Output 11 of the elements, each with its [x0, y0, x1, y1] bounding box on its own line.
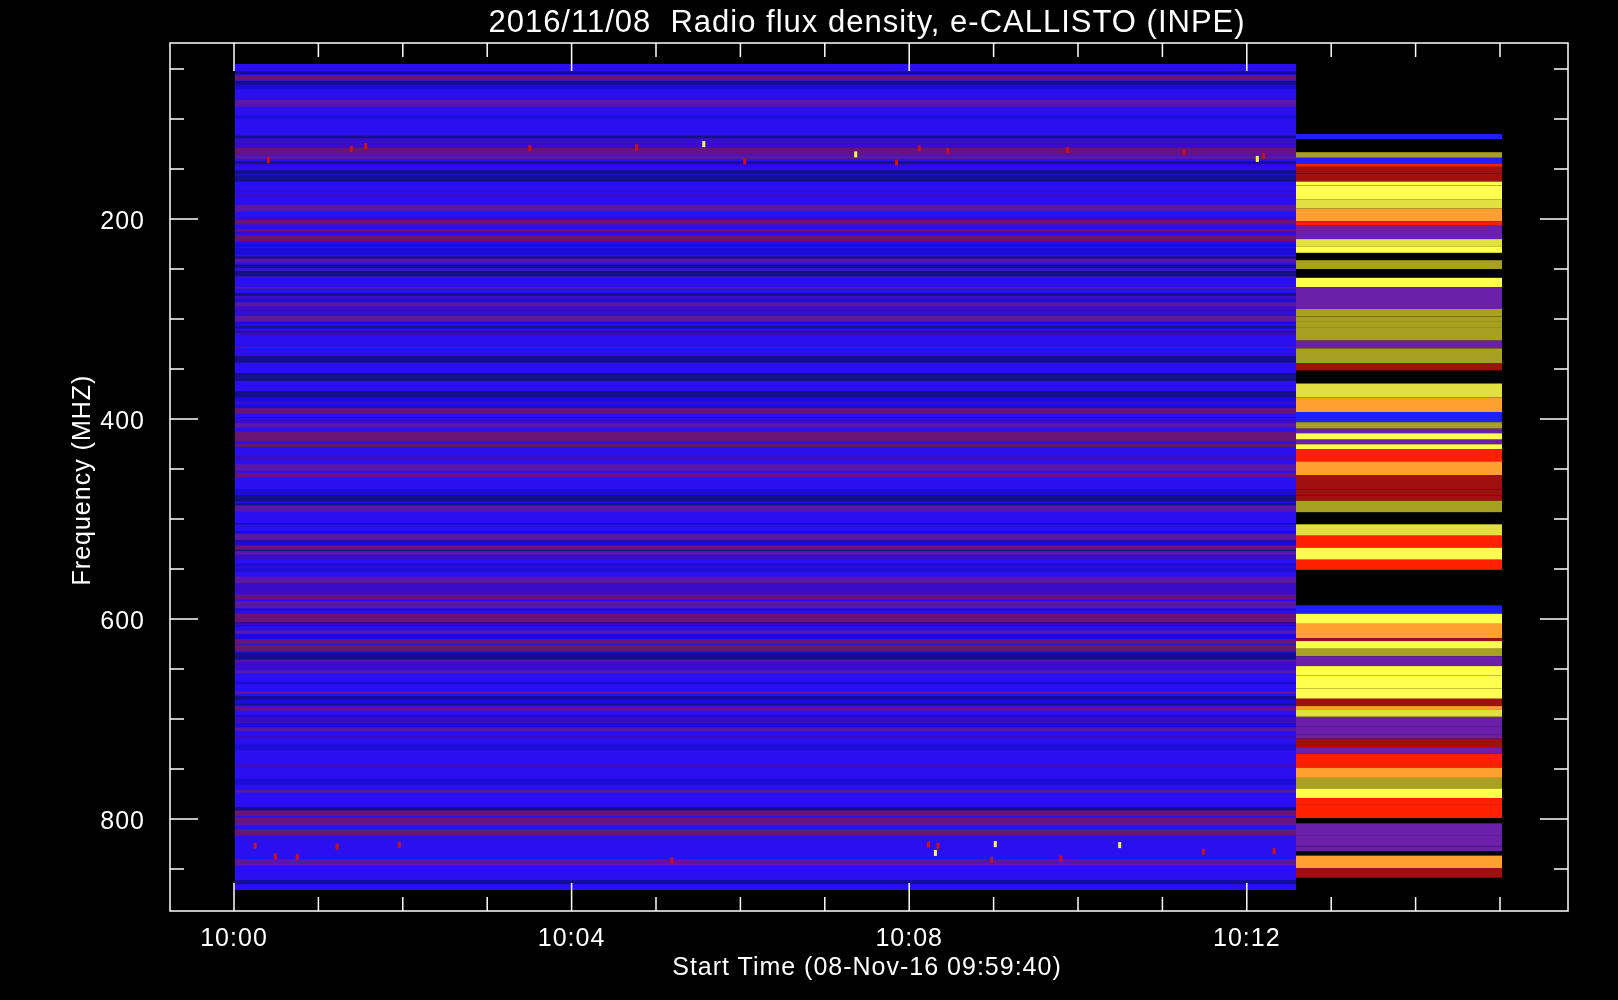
- chart-title: 2016/11/08 Radio flux density, e-CALLISTO (INPE): [488, 4, 1246, 39]
- x-tick-label: 10:00: [200, 923, 268, 951]
- x-axis-label: Start Time (08-Nov-16 09:59:40): [672, 952, 1062, 980]
- y-tick-label: 600: [100, 606, 145, 634]
- y-axis-label: Frequency (MHZ): [67, 374, 95, 586]
- x-tick-label: 10:12: [1213, 923, 1281, 951]
- x-tick-label: 10:04: [537, 923, 606, 951]
- x-tick-label: 10:08: [875, 923, 943, 951]
- y-tick-label: 200: [100, 206, 145, 234]
- y-tick-label: 800: [100, 806, 145, 834]
- y-tick-label: 400: [100, 406, 145, 434]
